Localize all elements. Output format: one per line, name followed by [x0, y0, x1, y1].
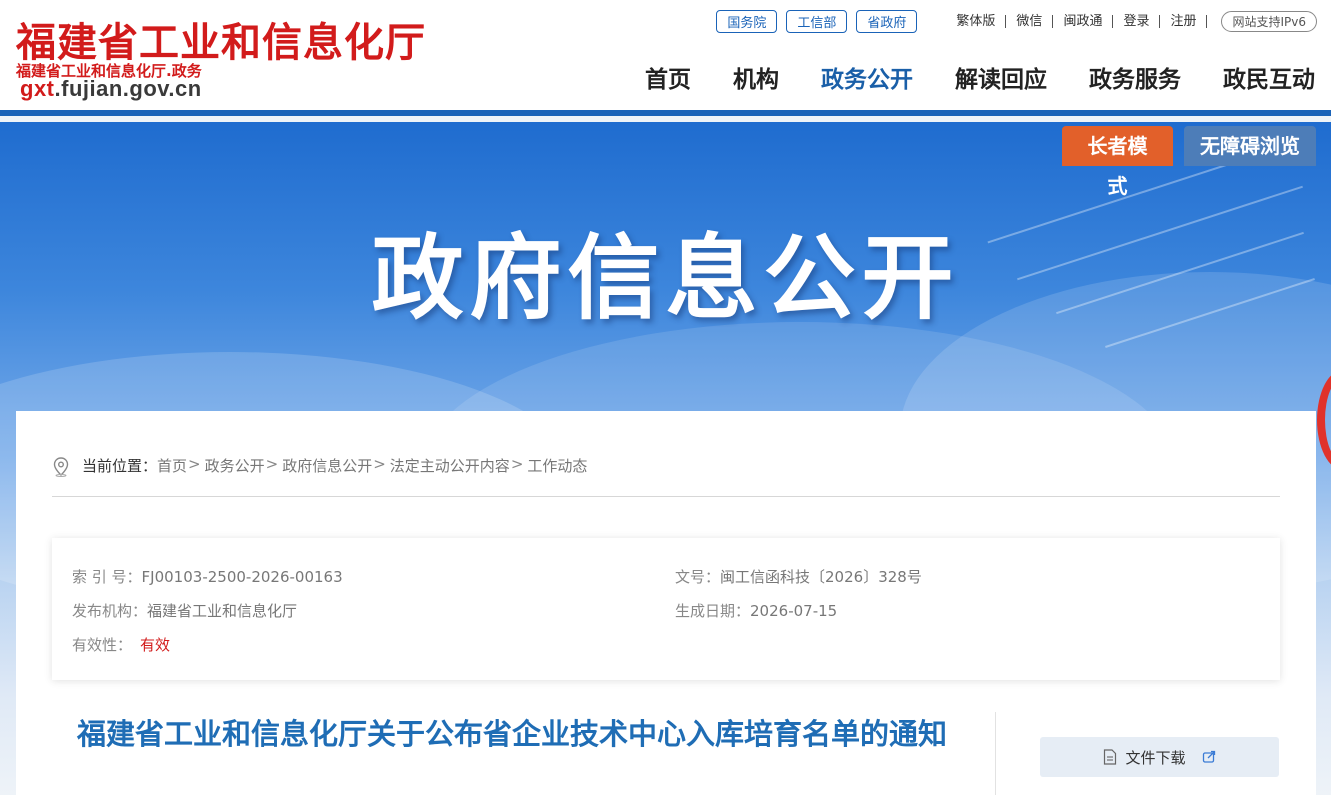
- accessibility-button[interactable]: 无障碍浏览: [1184, 126, 1316, 166]
- breadcrumb-separator: >: [510, 455, 524, 473]
- breadcrumb-label: 当前位置：: [82, 457, 158, 475]
- link-traditional-chinese[interactable]: 繁体版: [946, 14, 1007, 28]
- meta-value: 闽工信函科技〔2026〕328号: [720, 568, 922, 586]
- content-panel: 当前位置： 首页 > 政务公开 > 政府信息公开 > 法定主动公开内容 > 工作动态 索…: [16, 411, 1316, 795]
- link-register[interactable]: 注册: [1160, 14, 1208, 28]
- link-miit[interactable]: 工信部: [786, 9, 848, 33]
- link-wechat[interactable]: 微信: [1006, 14, 1054, 28]
- meta-label: 有效性：: [72, 636, 133, 654]
- document-meta-box: 索 引 号：FJ00103-2500-2026-00163 文号：闽工信函科技〔…: [52, 538, 1280, 680]
- meta-label: 发布机构：: [72, 602, 148, 620]
- meta-value: 2026-07-15: [750, 602, 838, 620]
- breadcrumb-statutory-content[interactable]: 法定主动公开内容: [390, 455, 510, 476]
- site-url-prefix: gxt: [20, 76, 55, 101]
- file-download-label: 文件下载: [1125, 748, 1186, 767]
- file-download-button[interactable]: 文件下载: [1040, 737, 1279, 777]
- breadcrumb: 当前位置： 首页 > 政务公开 > 政府信息公开 > 法定主动公开内容 > 工作动态: [52, 455, 1280, 497]
- breadcrumb-separator: >: [265, 455, 279, 473]
- breadcrumb-info-disclosure[interactable]: 政府信息公开: [282, 455, 372, 476]
- validity-status: 有效: [140, 636, 171, 654]
- site-header: 福建省工业和信息化厅 福建省工业和信息化厅.政务 gxt.fujian.gov.…: [0, 0, 1331, 116]
- breadcrumb-work-news[interactable]: 工作动态: [527, 455, 587, 476]
- nav-interaction[interactable]: 政民互动: [1223, 60, 1315, 94]
- breadcrumb-separator: >: [188, 455, 201, 473]
- document-icon: [1104, 749, 1117, 765]
- meta-label: 生成日期：: [675, 602, 751, 620]
- link-state-council[interactable]: 国务院: [716, 9, 778, 33]
- meta-validity: 有效性： 有效: [72, 634, 170, 655]
- link-minzhengtong[interactable]: 闽政通: [1053, 14, 1114, 28]
- breadcrumb-separator: >: [373, 455, 386, 473]
- meta-label: 文号：: [675, 568, 721, 586]
- meta-label: 索 引 号：: [72, 568, 142, 586]
- document-title: 福建省工业和信息化厅关于公布省企业技术中心入库培育名单的通知: [76, 717, 947, 751]
- meta-publisher: 发布机构：福建省工业和信息化厅: [72, 600, 297, 621]
- external-link-icon: [1202, 750, 1215, 763]
- top-links-bar: 国务院 工信部 省政府 繁体版 微信 闽政通 登录 注册 网站支持IPv6: [716, 9, 1317, 33]
- ipv6-badge: 网站支持IPv6: [1221, 10, 1317, 32]
- divider: [995, 712, 996, 795]
- nav-services[interactable]: 政务服务: [1089, 60, 1181, 94]
- site-url: gxt.fujian.gov.cn: [20, 76, 202, 102]
- meta-value: FJ00103-2500-2026-00163: [141, 568, 343, 586]
- main-nav: 首页 机构 政务公开 解读回应 政务服务 政民互动: [603, 60, 1315, 94]
- nav-government-affairs[interactable]: 政务公开: [821, 60, 913, 94]
- nav-interpretation[interactable]: 解读回应: [955, 60, 1047, 94]
- meta-date: 生成日期：2026-07-15: [675, 600, 837, 621]
- meta-value: 福建省工业和信息化厅: [147, 602, 298, 620]
- breadcrumb-government-affairs[interactable]: 政务公开: [205, 455, 265, 476]
- banner-title: 政府信息公开: [371, 225, 960, 332]
- location-pin-icon: [53, 457, 69, 477]
- meta-index-number: 索 引 号：FJ00103-2500-2026-00163: [72, 566, 343, 587]
- link-login[interactable]: 登录: [1113, 14, 1161, 28]
- site-url-rest: .fujian.gov.cn: [54, 76, 202, 101]
- elder-mode-button[interactable]: 长者模式: [1062, 126, 1173, 198]
- nav-home[interactable]: 首页: [645, 60, 691, 94]
- breadcrumb-home[interactable]: 首页: [157, 455, 187, 476]
- nav-organization[interactable]: 机构: [733, 60, 779, 94]
- link-provincial-government[interactable]: 省政府: [856, 9, 918, 33]
- meta-document-number: 文号：闽工信函科技〔2026〕328号: [675, 566, 922, 587]
